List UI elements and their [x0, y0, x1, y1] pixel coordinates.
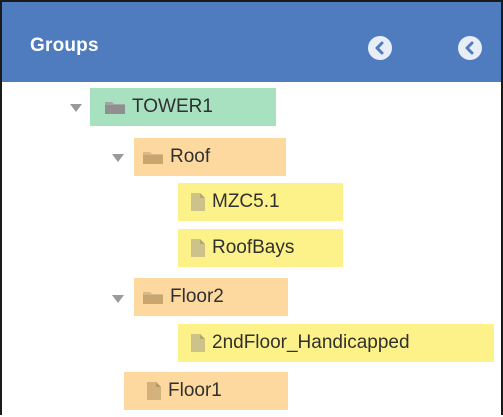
tree-node-tower1[interactable]: TOWER1	[90, 88, 276, 126]
folder-icon	[142, 289, 164, 305]
expand-toggle-tower1[interactable]	[70, 104, 82, 112]
folder-icon	[142, 149, 164, 165]
tree-node-label: Floor1	[168, 380, 222, 401]
file-icon	[190, 238, 206, 258]
tree-node-label: 2ndFloor_Handicapped	[212, 332, 410, 353]
chevron-left-icon	[465, 41, 474, 55]
tree-node-mzc5-1[interactable]: MZC5.1	[178, 183, 343, 221]
tree-node-2ndfloor-handicapped[interactable]: 2ndFloor_Handicapped	[178, 324, 494, 362]
tree-node-label: Roof	[170, 146, 211, 167]
collapse-all-button[interactable]	[458, 36, 482, 60]
group-tree: TOWER1 Roof MZC5.1 RoofBays Floor2 2ndFl…	[2, 82, 501, 417]
tree-node-label: TOWER1	[132, 96, 213, 117]
tree-node-label: Floor2	[170, 286, 224, 307]
collapse-button[interactable]	[368, 36, 392, 60]
panel-title: Groups	[30, 35, 99, 56]
tree-node-floor2[interactable]: Floor2	[134, 278, 288, 316]
panel-header: Groups	[2, 2, 501, 82]
file-icon	[190, 333, 206, 353]
file-icon	[146, 381, 162, 401]
tree-node-floor1[interactable]: Floor1	[124, 372, 288, 410]
groups-panel: Groups TOWER1 Roof MZC5.1 RoofBays Floor…	[0, 0, 503, 415]
tree-node-roof[interactable]: Roof	[134, 138, 286, 176]
tree-node-roofbays[interactable]: RoofBays	[178, 229, 343, 267]
chevron-left-icon	[375, 41, 384, 55]
expand-toggle-roof[interactable]	[112, 154, 124, 162]
file-icon	[190, 192, 206, 212]
tree-node-label: RoofBays	[212, 237, 295, 258]
expand-toggle-floor2[interactable]	[112, 295, 124, 303]
tree-node-label: MZC5.1	[212, 191, 280, 212]
folder-icon	[104, 99, 126, 115]
